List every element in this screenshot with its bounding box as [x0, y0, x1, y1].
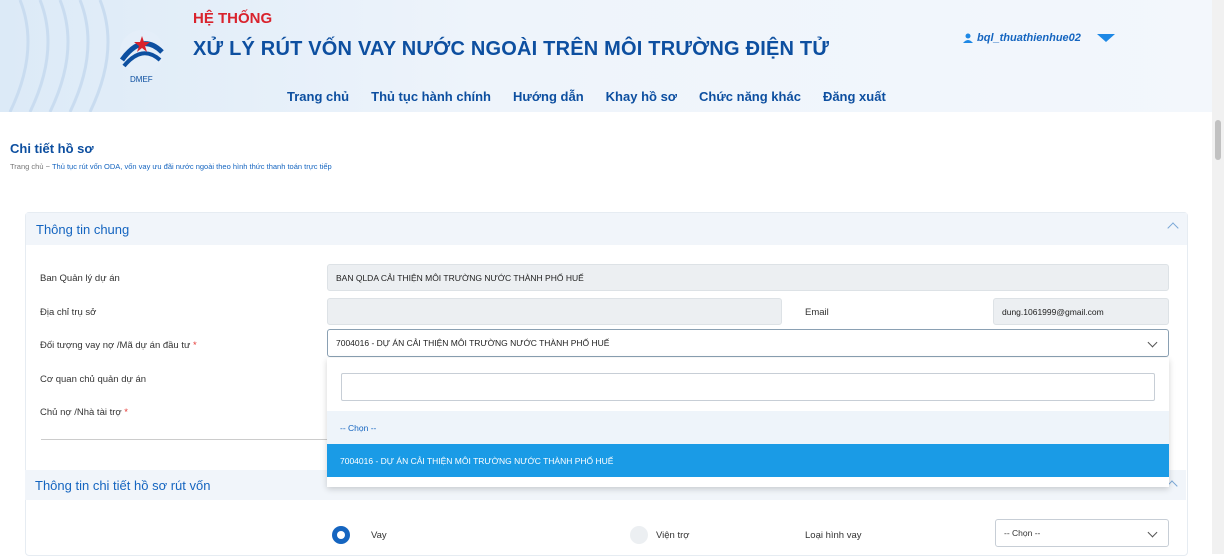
general-info-header[interactable]: Thông tin chung: [26, 213, 1187, 245]
dropdown-option-none[interactable]: -- Chọn --: [327, 411, 1169, 444]
username: bql_thuathienhue02: [977, 32, 1081, 44]
email-label: Email: [805, 307, 829, 318]
breadcrumb: Trang chủ − Thủ tục rút vốn ODA, vốn vay…: [10, 162, 332, 171]
lender-label-text: Chủ nợ /Nhà tài trợ: [40, 407, 122, 418]
dropdown-option-project[interactable]: 7004016 - DỰ ÁN CẢI THIỆN MÔI TRƯỜNG NƯỚ…: [327, 444, 1169, 477]
radio-loan[interactable]: [332, 526, 350, 544]
email-field[interactable]: dung.1061999@gmail.com: [993, 298, 1169, 325]
collapse-icon[interactable]: [1167, 222, 1179, 234]
general-info-heading: Thông tin chung: [36, 222, 130, 237]
app-header: DMEF HỆ THỐNG XỬ LÝ RÚT VỐN VAY NƯỚC NGO…: [0, 0, 1212, 112]
chevron-down-icon[interactable]: [1147, 337, 1158, 348]
address-label: Địa chỉ trụ sở: [40, 307, 97, 318]
system-label: HỆ THỐNG: [193, 10, 273, 27]
user-dropdown-icon[interactable]: [1096, 34, 1115, 42]
borrower-select-value: 7004016 - DỰ ÁN CẢI THIỆN MÔI TRƯỜNG NƯỚ…: [336, 338, 610, 348]
scrollbar-thumb[interactable]: [1215, 120, 1221, 160]
borrower-select[interactable]: 7004016 - DỰ ÁN CẢI THIỆN MÔI TRƯỜNG NƯỚ…: [327, 329, 1169, 357]
user-icon: [963, 33, 973, 43]
nav-dossier-tray[interactable]: Khay hồ sơ: [606, 89, 677, 104]
nav-guide[interactable]: Hướng dẫn: [513, 89, 584, 104]
nav-home[interactable]: Trang chủ: [287, 89, 349, 104]
borrower-dropdown: -- Chọn -- 7004016 - DỰ ÁN CẢI THIỆN MÔI…: [327, 358, 1169, 487]
page-title: Chi tiết hồ sơ: [10, 141, 94, 156]
nav-logout[interactable]: Đăng xuất: [823, 89, 886, 104]
radio-aid[interactable]: [630, 526, 648, 544]
main-nav: Trang chủ Thủ tục hành chính Hướng dẫn K…: [287, 89, 886, 104]
chevron-down-icon[interactable]: [1147, 527, 1158, 538]
page-scrollbar[interactable]: [1212, 0, 1224, 554]
user-menu[interactable]: bql_thuathienhue02: [963, 32, 1115, 44]
breadcrumb-separator: −: [45, 162, 50, 171]
lender-label: Chủ nợ /Nhà tài trợ *: [40, 407, 128, 418]
dropdown-search-input[interactable]: [341, 373, 1155, 401]
breadcrumb-home[interactable]: Trang chủ: [10, 162, 44, 171]
divider: [41, 439, 331, 440]
nav-procedures[interactable]: Thủ tục hành chính: [371, 89, 491, 104]
ban-label: Ban Quản lý dự án: [40, 273, 120, 284]
radio-aid-label[interactable]: Viện trợ: [656, 530, 690, 541]
agency-label: Cơ quan chủ quản dự án: [40, 374, 147, 385]
borrower-label-text: Đối tượng vay nợ /Mã dự án đầu tư: [40, 340, 191, 351]
detail-info-heading: Thông tin chi tiết hồ sơ rút vốn: [35, 478, 211, 493]
loan-type-label: Loại hình vay: [805, 530, 862, 541]
loan-type-value: -- Chọn --: [1004, 528, 1041, 538]
logo-text: DMEF: [130, 75, 153, 84]
loan-type-select[interactable]: -- Chọn --: [995, 519, 1169, 547]
nav-other-functions[interactable]: Chức năng khác: [699, 89, 801, 104]
radio-loan-label[interactable]: Vay: [371, 530, 387, 541]
required-mark: *: [193, 340, 197, 351]
logo-icon[interactable]: DMEF: [110, 22, 174, 86]
required-mark: *: [124, 407, 128, 418]
system-title: XỬ LÝ RÚT VỐN VAY NƯỚC NGOÀI TRÊN MÔI TR…: [193, 38, 830, 60]
ban-field: BAN QLDA CẢI THIỆN MÔI TRƯỜNG NƯỚC THÀNH…: [327, 264, 1169, 291]
borrower-label: Đối tượng vay nợ /Mã dự án đầu tư *: [40, 340, 197, 351]
address-field[interactable]: [327, 298, 782, 325]
breadcrumb-current[interactable]: Thủ tục rút vốn ODA, vốn vay ưu đãi nước…: [52, 162, 332, 171]
